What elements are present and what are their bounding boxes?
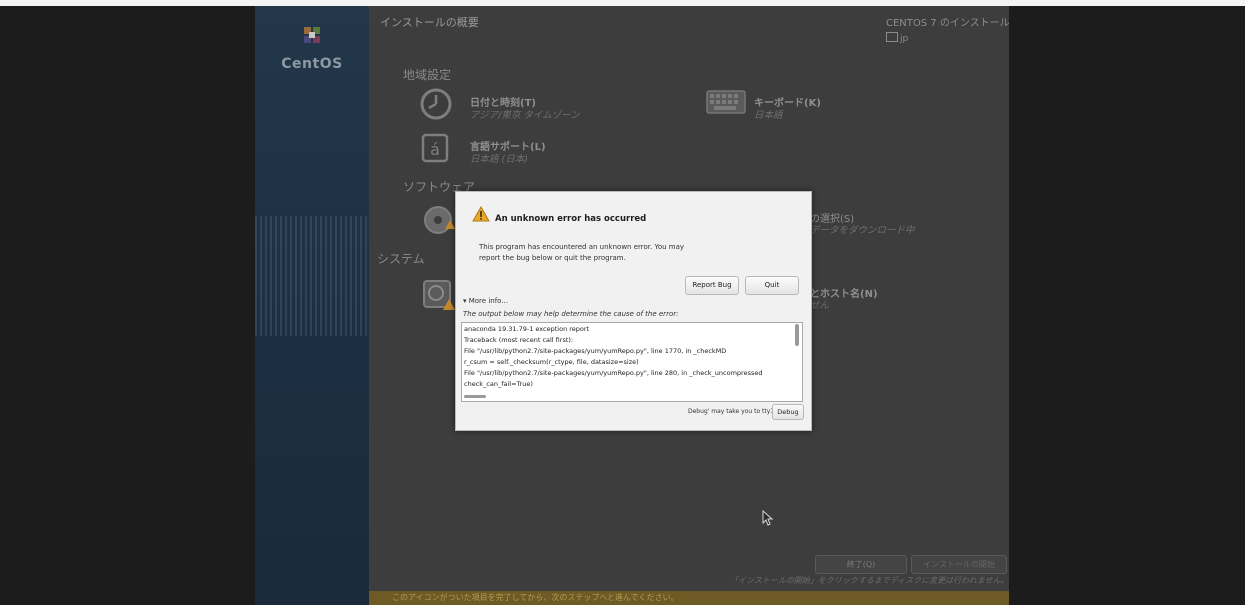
quit-dialog-button[interactable]: Quit (745, 276, 799, 295)
clock-icon[interactable] (419, 87, 453, 121)
installation-destination-icon[interactable] (421, 278, 455, 312)
output-vertical-scrollbar[interactable] (795, 324, 799, 346)
warning-icon (472, 206, 490, 222)
keyboard-spoke-icon[interactable] (706, 90, 746, 114)
report-bug-button[interactable]: Report Bug (685, 276, 739, 295)
output-line: anaconda 19.31.79-1 exception report (464, 325, 590, 333)
debug-note: Debug' may take you to tty1 (688, 408, 775, 415)
section-localization: 地域設定 (403, 68, 452, 82)
keyboard-spoke-status: 日本語 (754, 110, 783, 121)
mouse-cursor-icon (762, 510, 774, 526)
dialog-message-line: report the bug below or quit the program… (479, 254, 626, 262)
language-spoke-status: 日本語 (日本) (470, 154, 528, 165)
output-line: check_can_fail=True) (464, 380, 533, 388)
installation-note: 「インストールの開始」をクリックするまでディスクに変更は行われません。 (730, 576, 1009, 585)
install-title: CENTOS 7 のインストール (886, 18, 1010, 29)
output-line: File "/usr/lib/python2.7/site-packages/y… (464, 369, 763, 377)
more-info-expander[interactable]: ▾ More info... (463, 297, 508, 305)
keyboard-icon (886, 32, 898, 42)
language-support-icon[interactable]: á (421, 133, 449, 163)
section-system: システム (377, 252, 425, 266)
warning-text: このアイコンがついた項目を完了してから、次のステップへと進んでください。 (392, 593, 679, 602)
output-note: The output below may help determine the … (463, 310, 679, 318)
left-letterbox (0, 0, 255, 605)
software-selection-spoke-status: データをダウンロード中 (810, 225, 915, 236)
sidebar (255, 6, 369, 605)
dialog-title: An unknown error has occurred (495, 214, 647, 224)
installation-source-icon[interactable] (421, 203, 455, 237)
dialog-message-line: This program has encountered an unknown … (479, 243, 685, 251)
debug-button[interactable]: Debug (772, 404, 804, 420)
dialog-message: This program has encountered an unknown … (479, 242, 719, 264)
centos-logo-text: CentOS (281, 56, 343, 72)
network-spoke-status: せん (810, 300, 830, 311)
datetime-spoke-status: アジア/東京 タイムゾーン (470, 110, 580, 121)
sidebar-decoration (255, 216, 369, 336)
page-title: インストールの概要 (380, 16, 479, 29)
keyboard-layout-indicator[interactable]: jp (886, 32, 908, 44)
output-line: r_csum = self._checksum(r_ctype, file, d… (464, 358, 639, 366)
keyboard-layout-label: jp (900, 34, 909, 44)
output-line: File "/usr/lib/python2.7/site-packages/y… (464, 347, 727, 355)
output-horizontal-scrollbar[interactable] (464, 395, 486, 398)
svg-text:á: á (430, 140, 440, 159)
output-line: Traceback (most recent call first): (464, 336, 574, 344)
right-letterbox (1009, 0, 1245, 605)
quit-button[interactable]: 終了(Q) (815, 555, 907, 574)
centos-logo-icon (304, 27, 320, 43)
begin-installation-button[interactable]: インストールの開始 (911, 555, 1007, 574)
